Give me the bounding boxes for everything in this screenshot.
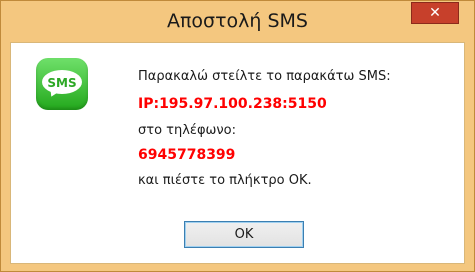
dialog-title: Αποστολή SMS xyxy=(166,10,308,32)
sms-icon-label: SMS xyxy=(47,76,77,90)
close-icon: ✕ xyxy=(429,5,441,21)
dialog-body: SMS Παρακαλώ στείλτε το παρακάτω SMS: IP… xyxy=(10,42,465,264)
close-button[interactable]: ✕ xyxy=(411,2,459,24)
dialog-window: Αποστολή SMS ✕ SMS Παρακαλώ στείλτε το π… xyxy=(0,0,475,272)
sms-icon: SMS xyxy=(36,58,88,110)
title-bar[interactable]: Αποστολή SMS ✕ xyxy=(1,1,474,41)
sms-content: IP:195.97.100.238:5150 xyxy=(138,96,327,112)
ok-button[interactable]: OK xyxy=(184,221,304,248)
press-ok-text: και πιέστε το πλήκτρο OK. xyxy=(138,173,312,188)
phone-number: 6945778399 xyxy=(138,147,236,163)
instruction-text: Παρακαλώ στείλτε το παρακάτω SMS: xyxy=(138,69,391,84)
phone-label: στο τηλέφωνο: xyxy=(138,123,236,138)
